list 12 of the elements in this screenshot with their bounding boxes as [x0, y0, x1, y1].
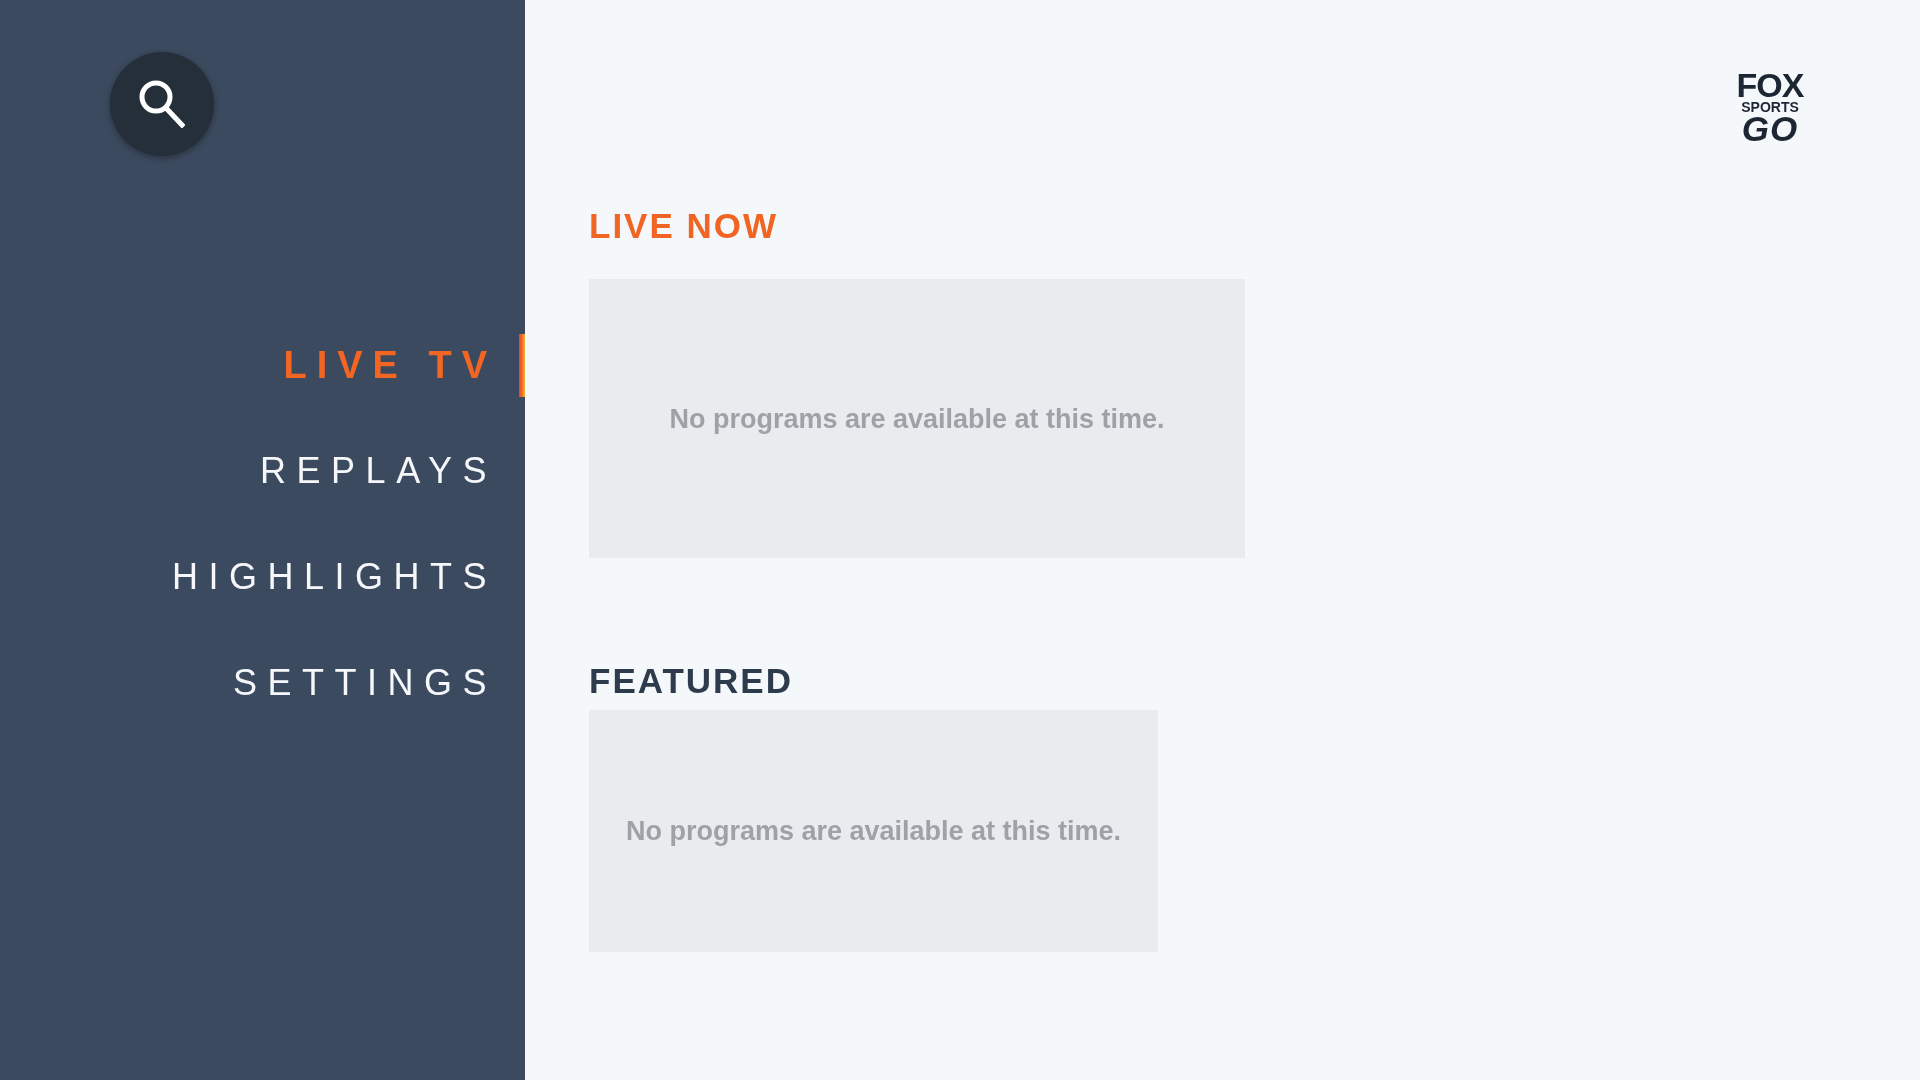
section-heading: LIVE NOW: [589, 206, 779, 246]
logo-text: SPORTS: [1741, 100, 1799, 114]
nav-item[interactable]: SETTINGS: [232, 651, 497, 715]
section-heading: FEATURED: [589, 661, 793, 701]
selection-indicator: [519, 333, 525, 397]
empty-message: No programs are available at this time.: [625, 815, 1122, 847]
search-icon: [139, 80, 185, 128]
empty-message: No programs are available at this time.: [669, 402, 1165, 435]
nav-item[interactable]: HIGHLIGHTS: [171, 545, 497, 609]
nav-item[interactable]: REPLAYS: [260, 439, 497, 503]
logo-text: FOX: [1736, 70, 1804, 100]
logo-text: GO: [1741, 114, 1799, 144]
